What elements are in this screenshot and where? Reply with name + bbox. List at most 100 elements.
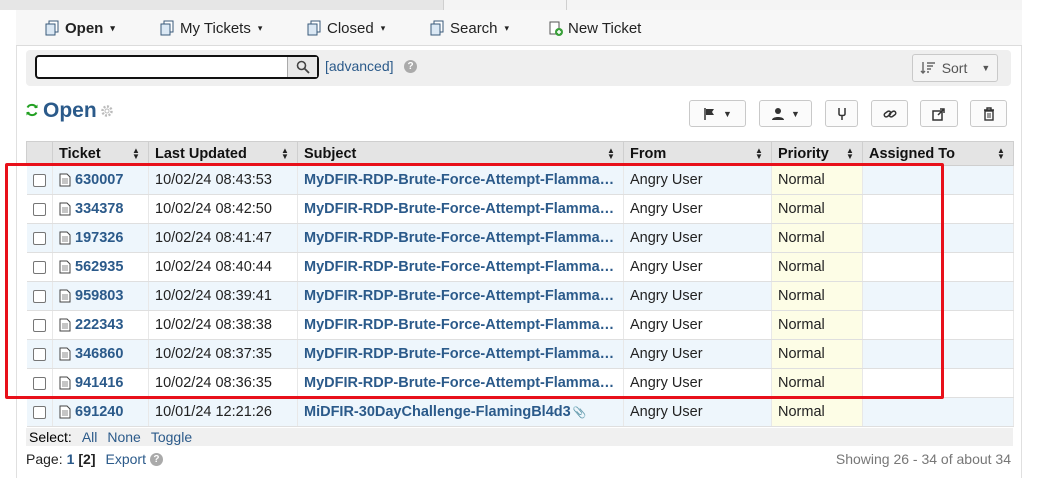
last-updated-column-header[interactable]: Last Updated ▲ ▼ [148,141,298,166]
search-box [35,55,319,79]
share-button[interactable] [920,100,958,127]
ticket-number-cell[interactable]: 197326 [52,223,149,253]
assign-menu-button[interactable]: ▼ [759,100,812,127]
ticket-number-cell[interactable]: 959803 [52,281,149,311]
row-checkbox[interactable] [32,347,46,361]
row-checkbox[interactable] [32,231,46,245]
nav-search[interactable]: Search ▾ [429,18,509,38]
export-link[interactable]: Export [106,451,146,467]
advanced-search-link[interactable]: [advanced] [325,58,394,74]
subject-cell[interactable]: MyDFIR-RDP-Brute-Force-Attempt-Flammable… [297,310,624,340]
search-input[interactable] [37,57,287,77]
subject-cell[interactable]: MiDFIR-30DayChallenge-FlamingBl4d3 📎 [297,397,624,427]
help-icon[interactable]: ? [404,60,417,73]
priority-value: Normal [778,317,825,333]
row-select-cell [26,339,53,369]
ticket-number[interactable]: 959803 [75,288,123,304]
ticket-number-cell[interactable]: 562935 [52,252,149,282]
subject-link[interactable]: MyDFIR-RDP-Brute-Force-Attempt-Flammable… [304,172,623,188]
ticket-number[interactable]: 941416 [75,375,123,391]
attachment-icon: 📎 [572,407,587,419]
subject-link[interactable]: MiDFIR-30DayChallenge-FlamingBl4d3 [304,404,571,420]
subject-cell[interactable]: MyDFIR-RDP-Brute-Force-Attempt-Flammable… [297,223,624,253]
ticket-number-cell[interactable]: 941416 [52,368,149,398]
subject-column-header[interactable]: Subject ▲ ▼ [297,141,624,166]
subject-link[interactable]: MyDFIR-RDP-Brute-Force-Attempt-Flammable… [304,259,623,275]
table-row[interactable]: 346860 10/02/24 08:37:35 MyDFIR-RDP-Brute-… [26,339,1014,369]
nav-open[interactable]: Open ▾ [44,18,115,38]
subject-cell[interactable]: MyDFIR-RDP-Brute-Force-Attempt-Flammable… [297,368,624,398]
table-row[interactable]: 334378 10/02/24 08:42:50 MyDFIR-RDP-Brute-… [26,194,1014,224]
ticket-number[interactable]: 630007 [75,172,123,188]
ticket-column-header[interactable]: Ticket ▲ ▼ [52,141,149,166]
merge-button[interactable] [825,100,858,127]
select-all-link[interactable]: All [82,429,98,445]
ticket-number[interactable]: 222343 [75,317,123,333]
select-none-link[interactable]: None [107,429,140,445]
flag-menu-button[interactable]: ▼ [689,100,746,127]
table-row[interactable]: 222343 10/02/24 08:38:38 MyDFIR-RDP-Brute-… [26,310,1014,340]
last-updated-cell: 10/01/24 12:21:26 [148,397,298,427]
row-checkbox[interactable] [32,405,46,419]
row-checkbox[interactable] [32,173,46,187]
row-checkbox[interactable] [32,202,46,216]
pagination: Page: 1 [2] Export ? [26,451,163,467]
ticket-number-cell[interactable]: 691240 [52,397,149,427]
subject-cell[interactable]: MyDFIR-RDP-Brute-Force-Attempt-Flammable… [297,281,624,311]
subject-cell[interactable]: MyDFIR-RDP-Brute-Force-Attempt-Flammable… [297,339,624,369]
ticket-number-cell[interactable]: 346860 [52,339,149,369]
delete-button[interactable] [970,100,1007,127]
nav-new-ticket[interactable]: New Ticket [547,18,641,38]
subject-cell[interactable]: MyDFIR-RDP-Brute-Force-Attempt-Flammable… [297,194,624,224]
subject-cell[interactable]: MyDFIR-RDP-Brute-Force-Attempt-Flammable… [297,165,624,195]
subject-link[interactable]: MyDFIR-RDP-Brute-Force-Attempt-Flammable… [304,346,623,362]
ticket-number[interactable]: 346860 [75,346,123,362]
row-checkbox[interactable] [32,289,46,303]
nav-closed[interactable]: Closed ▾ [306,18,385,38]
subject-link[interactable]: MyDFIR-RDP-Brute-Force-Attempt-Flammable… [304,317,623,333]
ticket-number[interactable]: 197326 [75,230,123,246]
new-ticket-icon [549,21,563,36]
ticket-number[interactable]: 562935 [75,259,123,275]
table-row[interactable]: 941416 10/02/24 08:36:35 MyDFIR-RDP-Brute-… [26,368,1014,398]
ticket-number-cell[interactable]: 334378 [52,194,149,224]
nav-closed-label: Closed [327,19,374,37]
priority-column-header[interactable]: Priority ▲ ▼ [771,141,863,166]
subject-cell[interactable]: MyDFIR-RDP-Brute-Force-Attempt-Flammable… [297,252,624,282]
priority-value: Normal [778,201,825,217]
sort-button[interactable]: Sort ▼ [912,54,998,82]
link-button[interactable] [871,100,908,127]
ticket-number[interactable]: 691240 [75,404,123,420]
from-column-header[interactable]: From ▲ ▼ [623,141,772,166]
row-checkbox[interactable] [32,318,46,332]
chevron-down-icon: ▾ [504,22,510,33]
row-checkbox[interactable] [32,376,46,390]
ticket-number-cell[interactable]: 630007 [52,165,149,195]
refresh-icon[interactable] [25,103,39,117]
ticket-doc-icon [59,405,71,419]
search-button[interactable] [287,57,317,77]
gear-icon[interactable] [100,104,114,118]
subject-link[interactable]: MyDFIR-RDP-Brute-Force-Attempt-Flammable… [304,201,623,217]
subject-link[interactable]: MyDFIR-RDP-Brute-Force-Attempt-Flammable… [304,288,623,304]
help-icon[interactable]: ? [149,452,163,466]
ticket-number[interactable]: 334378 [75,201,123,217]
subject-link[interactable]: MyDFIR-RDP-Brute-Force-Attempt-Flammable… [304,375,623,391]
table-row[interactable]: 562935 10/02/24 08:40:44 MyDFIR-RDP-Brute-… [26,252,1014,282]
row-checkbox[interactable] [32,260,46,274]
last-updated-header-label: Last Updated [155,145,247,162]
nav-my-tickets[interactable]: My Tickets ▾ [159,18,262,38]
subject-link[interactable]: MyDFIR-RDP-Brute-Force-Attempt-Flammable… [304,230,623,246]
ticket-number-cell[interactable]: 222343 [52,310,149,340]
table-row[interactable]: 959803 10/02/24 08:39:41 MyDFIR-RDP-Brute-… [26,281,1014,311]
from-value: Angry User [630,201,703,217]
table-row[interactable]: 691240 10/01/24 12:21:26 MiDFIR-30DayChall… [26,397,1014,427]
table-row[interactable]: 197326 10/02/24 08:41:47 MyDFIR-RDP-Brute-… [26,223,1014,253]
priority-cell: Normal [771,397,863,427]
tickets-icon [430,20,444,36]
table-row[interactable]: 630007 10/02/24 08:43:53 MyDFIR-RDP-Brute-… [26,165,1014,195]
page-1-link[interactable]: 1 [67,451,75,467]
assigned-to-column-header[interactable]: Assigned To ▲ ▼ [862,141,1014,166]
ticket-nav-bar: Open ▾ My Tickets ▾ Closed ▾ Search ▾ Ne… [16,10,1022,46]
select-toggle-link[interactable]: Toggle [151,429,192,445]
